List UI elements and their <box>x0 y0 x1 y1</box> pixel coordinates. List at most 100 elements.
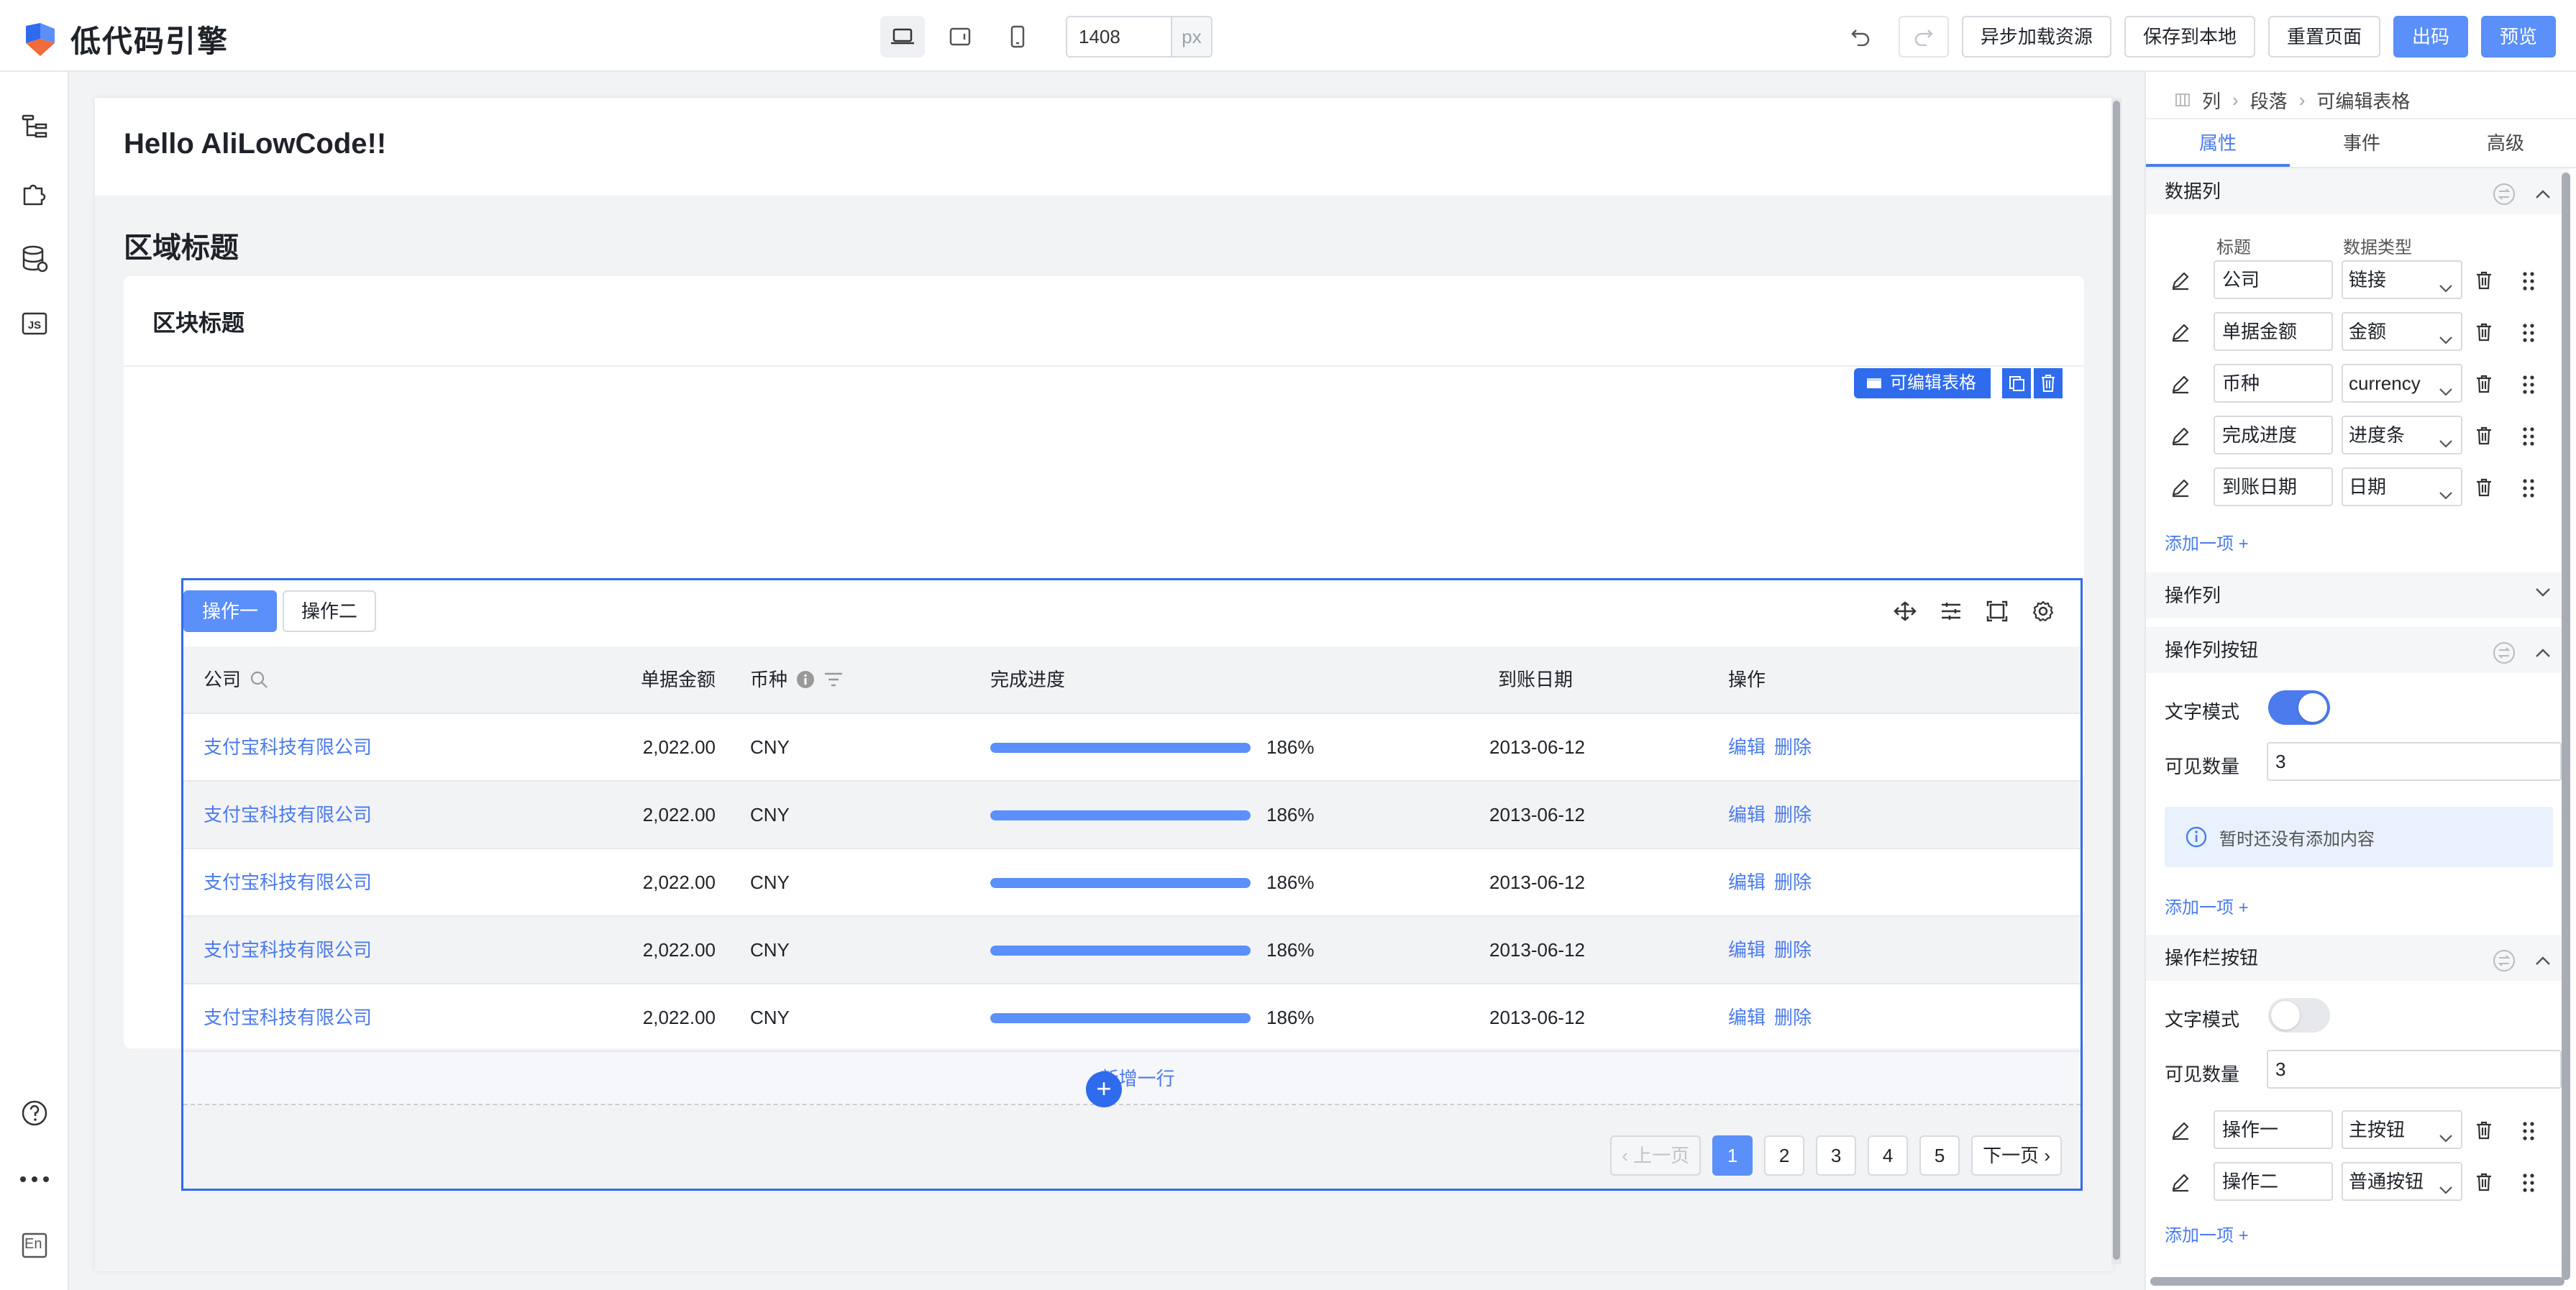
edit-pencil-icon[interactable] <box>2170 322 2191 342</box>
chevron-up-icon[interactable] <box>2534 955 2552 966</box>
component-library-icon[interactable] <box>17 175 52 210</box>
edit-pencil-icon[interactable] <box>2170 1120 2191 1140</box>
edit-link[interactable]: 编辑 <box>1728 714 1766 780</box>
variable-bind-icon[interactable] <box>2493 949 2516 972</box>
add-data-column-link[interactable]: 添加一项 + <box>2165 529 2249 554</box>
delete-link[interactable]: 删除 <box>1774 984 1812 1051</box>
tab-events[interactable]: 事件 <box>2290 119 2434 167</box>
button-title-input[interactable]: 操作二 <box>2214 1162 2333 1201</box>
company-link[interactable]: 支付宝科技有限公司 <box>204 984 372 1051</box>
edit-link[interactable]: 编辑 <box>1728 917 1766 983</box>
panel-scrollbar[interactable] <box>2562 173 2570 1280</box>
canvas-width-input[interactable]: 1408 px <box>1066 16 1212 58</box>
more-icon[interactable] <box>17 1162 52 1197</box>
delete-link[interactable]: 删除 <box>1774 782 1812 848</box>
tab-advanced[interactable]: 高级 <box>2434 119 2576 167</box>
variable-bind-icon[interactable] <box>2493 641 2516 664</box>
drag-handle-icon[interactable] <box>2521 1120 2536 1142</box>
edit-pencil-icon[interactable] <box>2170 270 2191 291</box>
export-code-button[interactable]: 出码 <box>2393 16 2468 58</box>
chevron-up-icon[interactable] <box>2534 647 2552 659</box>
column-resize-icon[interactable] <box>1888 590 1922 632</box>
trash-icon[interactable] <box>2475 374 2493 394</box>
save-local-button[interactable]: 保存到本地 <box>2124 16 2255 58</box>
trash-icon[interactable] <box>2475 426 2493 446</box>
async-load-button[interactable]: 异步加载资源 <box>1961 16 2111 58</box>
filter-icon[interactable] <box>823 672 844 687</box>
trash-icon[interactable] <box>2475 477 2493 498</box>
variable-bind-icon[interactable] <box>2493 183 2516 206</box>
button-type-select[interactable]: 普通按钮 <box>2342 1162 2462 1201</box>
breadcrumb-item[interactable]: 列 <box>2202 87 2221 114</box>
edit-pencil-icon[interactable] <box>2170 1172 2191 1192</box>
text-mode-toggle[interactable] <box>2268 998 2330 1033</box>
section-op-column-buttons[interactable]: 操作列按钮 <box>2146 627 2569 673</box>
company-link[interactable]: 支付宝科技有限公司 <box>204 782 372 848</box>
trash-icon[interactable] <box>2475 1172 2493 1192</box>
edit-link[interactable]: 编辑 <box>1728 849 1766 915</box>
desktop-view-button[interactable] <box>880 16 925 58</box>
company-link[interactable]: 支付宝科技有限公司 <box>204 917 372 983</box>
reset-page-button[interactable]: 重置页面 <box>2267 16 2380 58</box>
button-type-select[interactable]: 主按钮 <box>2342 1110 2462 1149</box>
column-type-select[interactable]: 日期 <box>2342 467 2462 506</box>
outline-tree-icon[interactable] <box>17 109 52 144</box>
drag-handle-icon[interactable] <box>2521 374 2536 395</box>
delete-link[interactable]: 删除 <box>1774 714 1812 780</box>
page-button[interactable]: 5 <box>1919 1135 1960 1176</box>
edit-pencil-icon[interactable] <box>2170 426 2191 446</box>
section-op-bar-buttons[interactable]: 操作栏按钮 <box>2146 935 2569 981</box>
button-title-input[interactable]: 操作一 <box>2214 1110 2333 1149</box>
drag-handle-icon[interactable] <box>2521 322 2536 344</box>
add-op-bar-button-link[interactable]: 添加一项 + <box>2165 1221 2249 1246</box>
section-op-column[interactable]: 操作列 <box>2146 572 2569 618</box>
edit-link[interactable]: 编辑 <box>1728 984 1766 1051</box>
add-component-button[interactable]: + <box>1086 1071 1122 1107</box>
delete-link[interactable]: 删除 <box>1774 849 1812 915</box>
drag-handle-icon[interactable] <box>2521 1172 2536 1194</box>
column-type-select[interactable]: 金额 <box>2342 312 2462 351</box>
data-source-icon[interactable] <box>17 242 52 276</box>
chevron-up-icon[interactable] <box>2534 188 2552 200</box>
visible-count-input[interactable]: 3 <box>2267 1050 2562 1089</box>
canvas-scroll-thumb[interactable] <box>2113 101 2120 1260</box>
text-mode-toggle[interactable] <box>2268 690 2330 725</box>
tab-properties[interactable]: 属性 <box>2146 119 2290 167</box>
section-data-columns[interactable]: 数据列 <box>2146 168 2569 214</box>
column-title-input[interactable]: 到账日期 <box>2214 467 2333 506</box>
column-type-select[interactable]: 链接 <box>2342 260 2462 299</box>
canvas-scrollbar[interactable] <box>2111 98 2121 1264</box>
js-code-icon[interactable]: JS <box>17 306 52 341</box>
page-button[interactable]: 2 <box>1764 1135 1805 1176</box>
column-title-input[interactable]: 单据金额 <box>2214 312 2333 351</box>
chevron-down-icon[interactable] <box>2534 587 2552 598</box>
breadcrumb-item[interactable]: 段落 <box>2250 87 2288 114</box>
copy-component-icon[interactable] <box>2002 368 2031 398</box>
add-op-column-button-link[interactable]: 添加一项 + <box>2165 893 2249 918</box>
action-two-button[interactable]: 操作二 <box>283 590 377 632</box>
density-icon[interactable] <box>1934 590 1968 632</box>
prev-page-button[interactable]: ‹ 上一页 <box>1610 1135 1702 1176</box>
drag-handle-icon[interactable] <box>2521 270 2536 292</box>
delete-link[interactable]: 删除 <box>1774 917 1812 983</box>
selected-component-label[interactable]: 可编辑表格 <box>1854 368 1991 398</box>
column-title-input[interactable]: 完成进度 <box>2214 416 2333 454</box>
column-title-input[interactable]: 币种 <box>2214 364 2333 403</box>
tablet-view-button[interactable] <box>938 16 982 58</box>
edit-pencil-icon[interactable] <box>2170 477 2191 498</box>
mobile-view-button[interactable] <box>995 16 1040 58</box>
page-button[interactable]: 3 <box>1816 1135 1857 1176</box>
company-link[interactable]: 支付宝科技有限公司 <box>204 849 372 915</box>
search-icon[interactable] <box>250 670 268 689</box>
fullscreen-icon[interactable] <box>1980 590 2014 632</box>
editable-table[interactable]: 操作一 操作二 公司 单据金额 币种 完成进度 到账日期 操作 支付宝科技有限公… <box>181 578 2083 1191</box>
next-page-button[interactable]: 下一页 › <box>1971 1135 2062 1176</box>
canvas-width-value[interactable]: 1408 <box>1067 17 1171 56</box>
column-type-select[interactable]: 进度条 <box>2342 416 2462 454</box>
drag-handle-icon[interactable] <box>2521 477 2536 499</box>
trash-icon[interactable] <box>2475 322 2493 342</box>
edit-pencil-icon[interactable] <box>2170 374 2191 394</box>
column-title-input[interactable]: 公司 <box>2214 260 2333 299</box>
undo-button[interactable] <box>1835 16 1886 58</box>
trash-icon[interactable] <box>2475 270 2493 291</box>
